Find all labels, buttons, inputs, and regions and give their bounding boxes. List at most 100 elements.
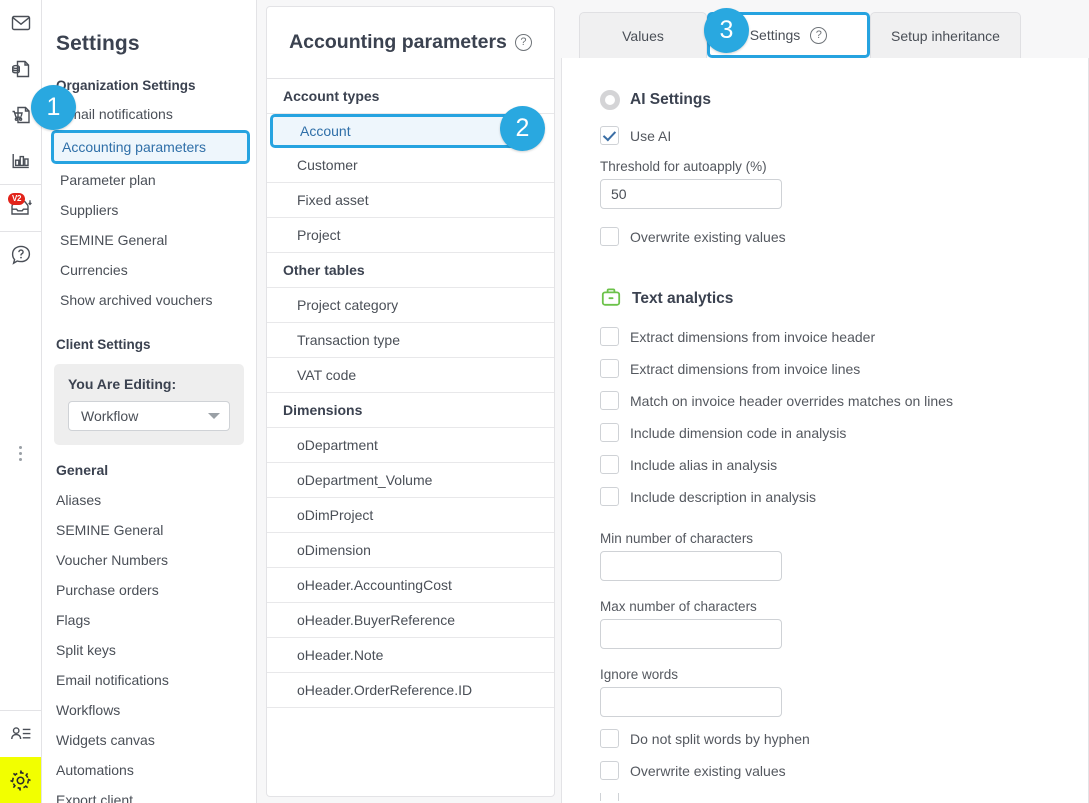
sidebar-item-suppliers[interactable]: Suppliers (42, 195, 256, 225)
include-dim-code-checkbox[interactable] (600, 423, 619, 442)
sidebar-item-workflows[interactable]: Workflows (42, 695, 256, 725)
app-root: V2 (0, 0, 1089, 803)
mid-item-vat-code[interactable]: VAT code (267, 358, 554, 393)
sidebar-item-general[interactable]: General (42, 455, 256, 485)
tab-setup-inheritance[interactable]: Setup inheritance (870, 12, 1021, 58)
mid-item-project-category[interactable]: Project category (267, 288, 554, 323)
mid-item-project[interactable]: Project (267, 218, 554, 253)
no-split-hyphen-row[interactable]: Do not split words by hyphen (600, 729, 1088, 748)
use-ai-row[interactable]: Use AI (600, 126, 1088, 145)
donut-icon (600, 90, 620, 110)
gear-icon[interactable] (0, 757, 41, 803)
sidebar-title: Settings (42, 0, 256, 56)
mid-item-customer[interactable]: Customer (267, 148, 554, 183)
use-ai-checkbox[interactable] (600, 126, 619, 145)
sidebar-item-widgets-canvas[interactable]: Widgets canvas (42, 725, 256, 755)
mid-group-dimensions: Dimensions (267, 393, 554, 428)
use-ai-label: Use AI (630, 128, 671, 144)
sidebar-item-currencies[interactable]: Currencies (42, 255, 256, 285)
workflow-select-value: Workflow (81, 408, 138, 424)
extract-dim-header-checkbox[interactable] (600, 327, 619, 346)
sidebar-item-accounting-parameters[interactable]: Accounting parameters (51, 130, 250, 164)
tab-setup-inheritance-label: Setup inheritance (891, 28, 1000, 44)
settings-content: AI Settings Use AI Threshold for autoapp… (561, 58, 1089, 803)
workflow-select[interactable]: Workflow (68, 401, 230, 431)
mid-item-oheader-accountingcost[interactable]: oHeader.AccountingCost (267, 568, 554, 603)
sidebar-item-flags[interactable]: Flags (42, 605, 256, 635)
help-question-icon[interactable] (0, 232, 41, 278)
match-header-overrides-checkbox[interactable] (600, 391, 619, 410)
sidebar-item-semine-general[interactable]: SEMINE General (42, 225, 256, 255)
threshold-input[interactable] (600, 179, 782, 209)
cutoff-checkbox-row[interactable] (600, 793, 1088, 801)
min-chars-label: Min number of characters (600, 531, 1088, 546)
min-chars-input[interactable] (600, 551, 782, 581)
sidebar-item-automations[interactable]: Automations (42, 755, 256, 785)
sidebar-item-parameter-plan[interactable]: Parameter plan (42, 165, 256, 195)
mid-item-oheader-buyerreference[interactable]: oHeader.BuyerReference (267, 603, 554, 638)
match-header-overrides-label: Match on invoice header overrides matche… (630, 393, 953, 409)
mid-item-odimension[interactable]: oDimension (267, 533, 554, 568)
include-dim-code-row[interactable]: Include dimension code in analysis (600, 423, 1088, 442)
ta-overwrite-checkbox[interactable] (600, 761, 619, 780)
tab-values-label: Values (622, 28, 664, 44)
sidebar-item-export-client[interactable]: Export client (42, 785, 256, 803)
user-list-icon[interactable] (0, 711, 41, 757)
sidebar-item-purchase-orders[interactable]: Purchase orders (42, 575, 256, 605)
mid-item-fixed-asset[interactable]: Fixed asset (267, 183, 554, 218)
extract-dim-header-row[interactable]: Extract dimensions from invoice header (600, 327, 1088, 346)
extract-dim-header-label: Extract dimensions from invoice header (630, 329, 875, 345)
tab-settings-label: Settings (750, 27, 801, 43)
extract-dim-lines-row[interactable]: Extract dimensions from invoice lines (600, 359, 1088, 378)
mid-item-odepartment-volume[interactable]: oDepartment_Volume (267, 463, 554, 498)
mid-item-odepartment[interactable]: oDepartment (267, 428, 554, 463)
include-description-checkbox[interactable] (600, 487, 619, 506)
mid-item-odimproject[interactable]: oDimProject (267, 498, 554, 533)
ai-settings-title: AI Settings (630, 91, 711, 109)
mid-item-oheader-note[interactable]: oHeader.Note (267, 638, 554, 673)
ai-overwrite-checkbox[interactable] (600, 227, 619, 246)
include-dim-code-label: Include dimension code in analysis (630, 425, 846, 441)
match-header-overrides-row[interactable]: Match on invoice header overrides matche… (600, 391, 1088, 410)
help-icon[interactable]: ? (515, 34, 532, 51)
cutoff-checkbox[interactable] (600, 793, 619, 801)
extract-dim-lines-label: Extract dimensions from invoice lines (630, 361, 860, 377)
include-description-label: Include description in analysis (630, 489, 816, 505)
text-analytics-header: Text analytics (600, 286, 1088, 311)
text-analytics-title: Text analytics (632, 290, 733, 308)
mid-item-transaction-type[interactable]: Transaction type (267, 323, 554, 358)
include-alias-checkbox[interactable] (600, 455, 619, 474)
tab-values[interactable]: Values (579, 12, 707, 58)
mid-item-account[interactable]: Account (270, 114, 532, 148)
tab-help-icon[interactable]: ? (810, 27, 827, 44)
chevron-down-icon (208, 413, 220, 419)
inbox-tray-icon[interactable]: V2 (0, 185, 41, 231)
include-description-row[interactable]: Include description in analysis (600, 487, 1088, 506)
settings-sidebar: Settings Organization Settings Email not… (42, 0, 257, 803)
sidebar-item-voucher-numbers[interactable]: Voucher Numbers (42, 545, 256, 575)
accounting-parameters-header: Accounting parameters ? (267, 7, 554, 79)
sidebar-item-client-semine-general[interactable]: SEMINE General (42, 515, 256, 545)
ignore-words-input[interactable] (600, 687, 782, 717)
mid-item-oheader-orderreference-id[interactable]: oHeader.OrderReference.ID (267, 673, 554, 708)
no-split-hyphen-checkbox[interactable] (600, 729, 619, 748)
max-chars-input[interactable] (600, 619, 782, 649)
version-badge: V2 (8, 193, 25, 205)
ai-overwrite-row[interactable]: Overwrite existing values (600, 227, 1088, 246)
step-badge-2: 2 (500, 106, 545, 151)
sidebar-item-client-email-notifications[interactable]: Email notifications (42, 665, 256, 695)
extract-dim-lines-checkbox[interactable] (600, 359, 619, 378)
ignore-words-label: Ignore words (600, 667, 1088, 682)
more-options-icon[interactable] (19, 438, 22, 469)
sidebar-item-show-archived-vouchers[interactable]: Show archived vouchers (42, 285, 256, 315)
include-alias-label: Include alias in analysis (630, 457, 777, 473)
sidebar-item-split-keys[interactable]: Split keys (42, 635, 256, 665)
bar-chart-icon[interactable] (0, 138, 41, 184)
sidebar-item-aliases[interactable]: Aliases (42, 485, 256, 515)
documents-icon[interactable] (0, 46, 41, 92)
step-badge-3: 3 (704, 8, 749, 53)
ta-overwrite-row[interactable]: Overwrite existing values (600, 761, 1088, 780)
threshold-label: Threshold for autoapply (%) (600, 159, 1088, 174)
include-alias-row[interactable]: Include alias in analysis (600, 455, 1088, 474)
mail-icon[interactable] (0, 0, 41, 46)
